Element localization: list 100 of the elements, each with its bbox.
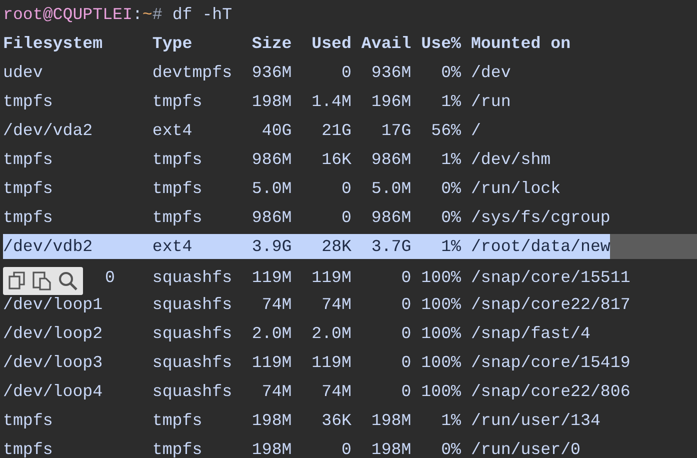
table-cell-text: 986M [370, 150, 412, 169]
table-cell-text: 74M [260, 295, 292, 314]
table-cell-text: squashfs [152, 295, 234, 314]
table-cell-text: /run/user/0 [470, 440, 580, 458]
column-header: Used [310, 34, 352, 53]
table-cell-text: 198M [250, 440, 292, 458]
table-cell-text: 100% [420, 382, 461, 401]
table-cell-text: 36K [320, 411, 352, 430]
table-cell-text: tmpfs [152, 150, 204, 169]
table-cell-text: 100% [420, 295, 461, 314]
column-header: Type [152, 34, 194, 53]
table-cell-text: tmpfs [3, 440, 54, 458]
table-cell-text: tmpfs [152, 179, 204, 198]
table-cell-text: 2.0M [310, 324, 352, 343]
table-cell-text: 74M [320, 382, 352, 401]
table-cell-text: 28K [320, 237, 352, 256]
table-cell-text: /snap/fast/4 [470, 324, 590, 343]
table-cell-text: 16K [320, 150, 352, 169]
table-cell-text: /dev/shm [470, 150, 551, 169]
table-cell-text: tmpfs [152, 411, 204, 430]
table-cell-text: 74M [260, 382, 292, 401]
table-cell-text: 0 [400, 268, 412, 286]
table-cell-text: 1.4M [310, 92, 352, 111]
search-icon[interactable] [58, 271, 78, 291]
table-cell-text: tmpfs [3, 92, 54, 111]
prompt-path: ~ [142, 5, 152, 24]
table-cell-text: 0 [400, 353, 412, 372]
table-cell-text: 986M [250, 150, 292, 169]
table-cell-text: squashfs [152, 268, 234, 286]
column-header: Filesystem [3, 34, 104, 53]
copy-icon[interactable] [8, 271, 26, 291]
table-cell-text: /run/user/134 [470, 411, 600, 430]
table-cell-text: 986M [370, 208, 412, 227]
table-cell-text: tmpfs [3, 179, 54, 198]
column-header: Use% [420, 34, 461, 53]
prompt-symbol: # [152, 5, 162, 24]
column-header: Size [250, 34, 292, 53]
table-cell-text: /dev/vdb2 [3, 237, 94, 256]
table-cell: 0 [105, 268, 115, 286]
table-cell-text: /snap/core/15511 [470, 268, 630, 286]
table-cell-text: 74M [320, 295, 352, 314]
table-cell-text: tmpfs [3, 411, 54, 430]
table-cell-text: 198M [250, 411, 292, 430]
table-cell-text: 1% [440, 411, 461, 430]
table-cell-text: /dev/loop4 [3, 382, 104, 401]
table-cell-text: 3.9G [250, 237, 292, 256]
table-cell-text: 5.0M [250, 179, 292, 198]
prompt-separator: : [132, 5, 142, 24]
table-cell-text: 1% [440, 237, 461, 256]
table-cell-text: 0% [440, 179, 461, 198]
table-cell-text: udev [3, 63, 44, 82]
table-cell-text: squashfs [152, 382, 234, 401]
column-header: Mounted on [470, 34, 571, 53]
table-cell-text: 5.0M [370, 179, 412, 198]
table-cell-text: 100% [420, 268, 461, 286]
table-cell-text: tmpfs [152, 440, 204, 458]
table-cell-text: 3.7G [370, 237, 412, 256]
table-cell-text: 198M [370, 440, 412, 458]
table-cell-text: /snap/core22/806 [470, 382, 630, 401]
table-cell-text: 100% [420, 353, 461, 372]
table-cell-text: 56% [430, 121, 461, 140]
paste-icon[interactable] [32, 271, 52, 291]
command-text: df -hT [171, 5, 232, 24]
table-cell-text: 0 [400, 295, 412, 314]
table-cell-text: devtmpfs [152, 63, 234, 82]
table-cell-text: 936M [250, 63, 292, 82]
table-cell-text: 0% [440, 208, 461, 227]
table-cell-text: tmpfs [152, 92, 204, 111]
table-cell-text: 119M [310, 268, 352, 286]
table-cell-text: /run/lock [470, 179, 561, 198]
table-cell-text: /dev/loop3 [3, 353, 104, 372]
table-cell-text: 0 [340, 208, 352, 227]
table-cell-text: 17G [380, 121, 412, 140]
table-cell-text: /dev/loop1 [3, 295, 104, 314]
table-cell-text: /root/data/new [470, 237, 610, 256]
table-cell-text: 119M [250, 353, 292, 372]
table-cell-text: 198M [250, 92, 292, 111]
table-cell-text: 119M [250, 268, 292, 286]
table-cell-text: 198M [370, 411, 412, 430]
table-cell-text: /dev/vda2 [3, 121, 94, 140]
column-header: Avail [360, 34, 412, 53]
table-cell-text: 0% [440, 63, 461, 82]
table-cell-text: 119M [310, 353, 352, 372]
table-cell-text: 0 [340, 440, 352, 458]
table-cell-text: /snap/core/15419 [470, 353, 630, 372]
table-cell-text: /snap/core22/817 [470, 295, 630, 314]
table-cell-text: tmpfs [3, 150, 54, 169]
table-cell-text: /run [470, 92, 511, 111]
table-cell-text: 40G [260, 121, 292, 140]
table-cell-text: 100% [420, 324, 461, 343]
table-cell-text: / [470, 121, 481, 140]
table-cell-text: /dev/loop2 [3, 324, 104, 343]
table-cell-text: /sys/fs/cgroup [470, 208, 610, 227]
table-cell-text: ext4 [152, 237, 194, 256]
table-cell-text: 196M [370, 92, 412, 111]
table-cell-text: 0 [340, 63, 352, 82]
table-cell-text: /dev [470, 63, 511, 82]
table-cell-text: 0% [440, 440, 461, 458]
table-cell-text: squashfs [152, 324, 234, 343]
table-cell-text: 1% [440, 92, 461, 111]
